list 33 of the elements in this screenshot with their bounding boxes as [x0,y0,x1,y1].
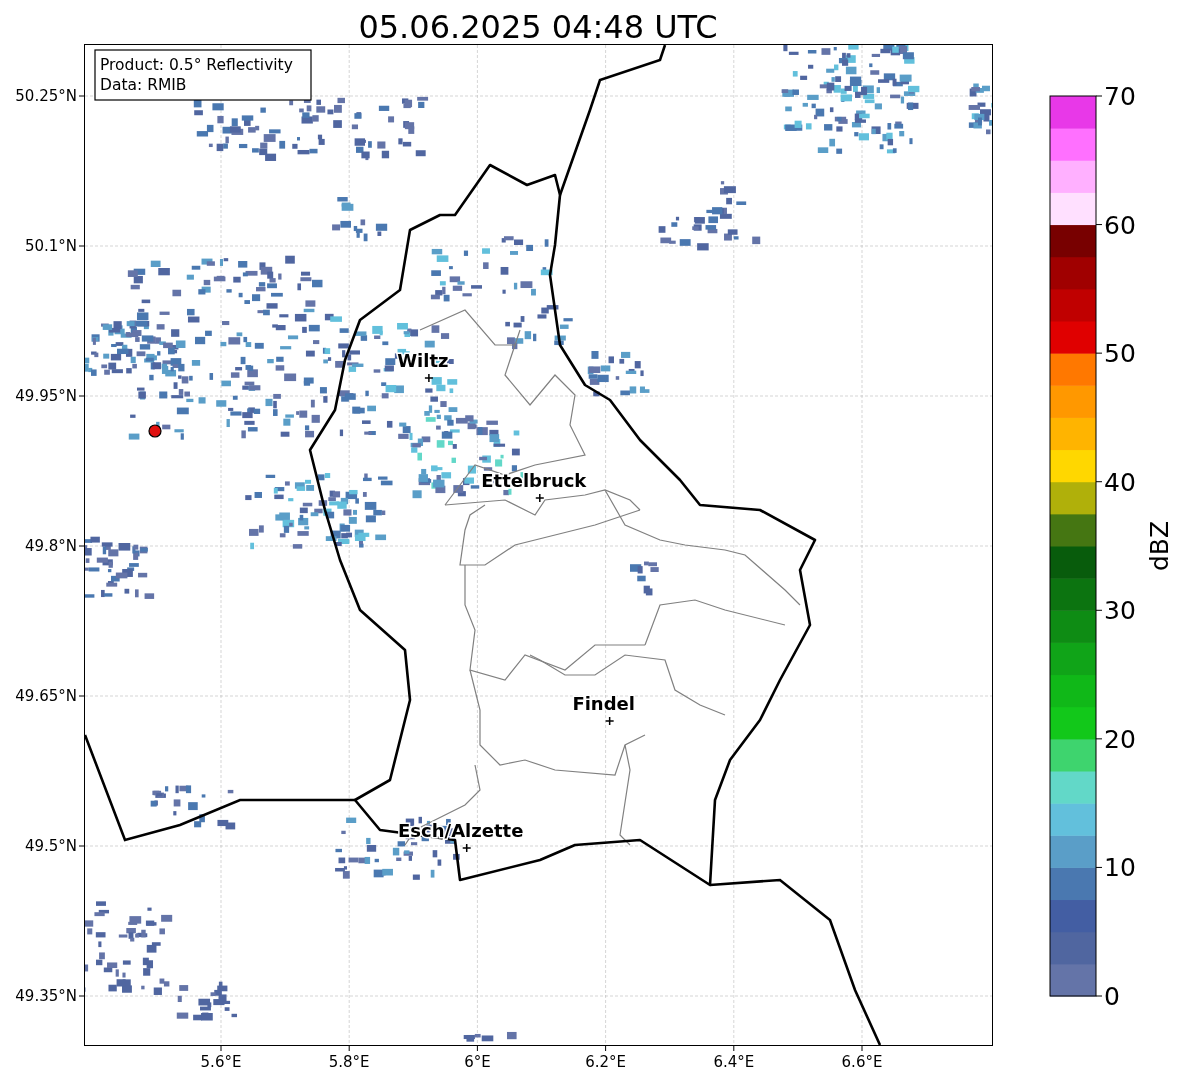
latitude-label: 49.8°N [24,537,77,555]
plus-marker-icon [535,493,545,503]
colorbar-tick-label: 30 [1104,596,1136,626]
latitude-label: 50.1°N [24,237,77,255]
info-text: Data: RMIB [100,76,187,94]
place-label: Wiltz [397,350,449,371]
place-label: Findel [572,693,635,714]
plus-marker-icon [424,373,434,383]
latitude-label: 49.65°N [15,687,77,705]
colorbar-tick-label: 20 [1104,724,1136,754]
longitude-label: 6.2°E [585,1053,626,1071]
latitude-label: 49.5°N [24,837,77,855]
longitude-label: 6.6°E [841,1053,883,1071]
colorbar-tick-label: 70 [1104,82,1136,111]
colorbar-tick-label: 50 [1104,339,1136,369]
colorbar-tick-label: 0 [1104,982,1120,1011]
latitude-label: 49.95°N [15,387,77,405]
radar-site-marker [148,424,162,438]
place-label: Ettelbruck [481,470,587,491]
plus-marker-icon [461,843,472,853]
colorbar-tick-label: 10 [1104,853,1136,883]
chart-title: 05.06.2025 04:48 UTC [358,8,718,46]
colorbar-label: dBZ [1145,520,1174,572]
longitude-label: 5.8°E [328,1053,370,1071]
info-text: Product: 0.5° Reflectivity [100,56,293,74]
latitude-label: 50.25°N [15,87,77,105]
colorbar-tick-label: 60 [1104,210,1136,240]
longitude-label: 6.4°E [713,1053,755,1071]
colorbar-tick-label: 40 [1104,467,1136,497]
plus-marker-icon [604,716,615,726]
latitude-label: 49.35°N [15,987,77,1005]
longitude-label: 6°E [464,1053,491,1071]
longitude-label: 5.6°E [200,1053,242,1071]
